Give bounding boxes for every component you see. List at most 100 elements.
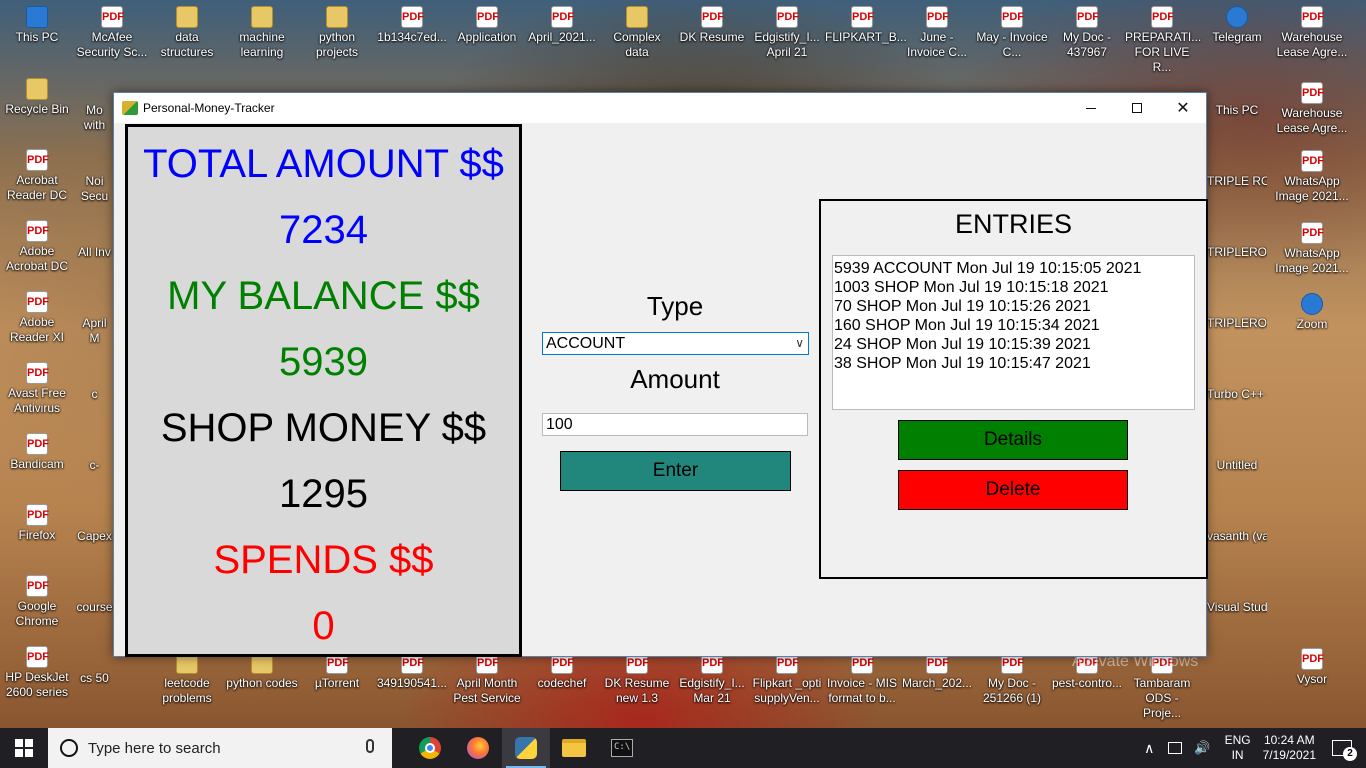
volume-icon[interactable]: 🔊 bbox=[1194, 740, 1210, 756]
desktop-icon[interactable]: PDF March_202... bbox=[900, 652, 974, 691]
list-item[interactable]: 5939 ACCOUNT Mon Jul 19 10:15:05 2021 bbox=[834, 259, 1193, 278]
desktop-icon[interactable]: PDF codechef bbox=[525, 652, 599, 691]
desktop-icon[interactable]: Turbo C++ - Shortcut bbox=[1207, 387, 1267, 402]
desktop-icon[interactable]: PDF DK Resume bbox=[675, 6, 749, 45]
amount-input[interactable]: 100 bbox=[542, 413, 808, 436]
desktop-icon[interactable]: PDF WhatsApp Image 2021... bbox=[1275, 150, 1349, 204]
entries-list[interactable]: 5939 ACCOUNT Mon Jul 19 10:15:05 2021 10… bbox=[832, 255, 1195, 410]
desktop-icon[interactable]: PDF 1b134c7ed... bbox=[375, 6, 449, 45]
desktop-icon[interactable]: April M bbox=[76, 316, 113, 346]
desktop-icon[interactable]: PDF Flipkart _opti supplyVen... bbox=[750, 652, 824, 706]
file-icon bbox=[1301, 293, 1323, 315]
desktop-icon[interactable]: This PC bbox=[0, 6, 74, 45]
desktop-icon[interactable]: data structures bbox=[150, 6, 224, 60]
desktop-icon[interactable]: Capex bbox=[76, 529, 113, 544]
taskbar-command-prompt[interactable]: C:\ bbox=[598, 728, 646, 768]
taskbar-file-explorer[interactable] bbox=[550, 728, 598, 768]
desktop-icon[interactable]: PDF McAfee Security Sc... bbox=[75, 6, 149, 60]
type-select[interactable]: ACCOUNT ∨ bbox=[542, 332, 809, 355]
desktop-icon[interactable]: Complex data bbox=[600, 6, 674, 60]
list-item[interactable]: 38 SHOP Mon Jul 19 10:15:47 2021 bbox=[834, 354, 1193, 373]
desktop-icon[interactable]: c- bbox=[76, 458, 113, 473]
desktop-icon[interactable]: python codes bbox=[225, 652, 299, 691]
desktop-icon-label: pest-contro... bbox=[1051, 676, 1123, 690]
file-icon: PDF bbox=[1301, 648, 1324, 670]
desktop-icon[interactable]: PDF Firefox bbox=[0, 504, 74, 543]
desktop-icon[interactable]: PDF µTorrent bbox=[300, 652, 374, 691]
desktop-icon[interactable]: python projects bbox=[300, 6, 374, 60]
maximize-button[interactable] bbox=[1114, 93, 1160, 123]
list-item[interactable]: 160 SHOP Mon Jul 19 10:15:34 2021 bbox=[834, 316, 1193, 335]
desktop-icon[interactable]: Noi Secu bbox=[76, 174, 113, 204]
taskbar: Type here to search C:\ ∧ 🔊 ENG IN 10:24… bbox=[0, 728, 1366, 768]
enter-button[interactable]: Enter bbox=[560, 451, 791, 491]
python-icon bbox=[515, 737, 537, 759]
desktop-icon[interactable]: TRIPLE ROCK 5 KVA FOR... bbox=[1207, 174, 1267, 189]
network-icon[interactable] bbox=[1168, 742, 1183, 754]
desktop-icon[interactable]: PDF My Doc - 251266 (1) bbox=[975, 652, 1049, 706]
desktop-icon[interactable]: PDF Edgistify_I... Mar 21 bbox=[675, 652, 749, 706]
chevron-down-icon[interactable]: ∨ bbox=[795, 333, 804, 354]
desktop-icon[interactable]: PDF Adobe Reader XI bbox=[0, 291, 74, 345]
desktop-icon[interactable]: PDF May - Invoice C... bbox=[975, 6, 1049, 60]
desktop-icon[interactable]: Zoom bbox=[1275, 293, 1349, 332]
desktop-icon[interactable]: Telegram bbox=[1200, 6, 1274, 45]
taskbar-search-box[interactable]: Type here to search bbox=[48, 728, 392, 768]
desktop-icon[interactable]: PDF DK Resume new 1.3 bbox=[600, 652, 674, 706]
close-button[interactable]: ✕ bbox=[1160, 93, 1206, 123]
desktop-icon[interactable]: TRIPLEROCK SUPPLY bbox=[1207, 316, 1267, 331]
desktop-icon[interactable]: PDF June - Invoice C... bbox=[900, 6, 974, 60]
terminal-icon: C:\ bbox=[611, 739, 633, 757]
desktop-icon[interactable]: PDF Google Chrome bbox=[0, 575, 74, 629]
desktop-icon[interactable]: leetcode problems bbox=[150, 652, 224, 706]
desktop-icon[interactable]: All Inv bbox=[76, 245, 113, 260]
start-button[interactable] bbox=[0, 728, 48, 768]
notification-center-icon[interactable]: 2 bbox=[1332, 740, 1357, 761]
desktop-icon[interactable]: PDF Edgistify_I... April 21 bbox=[750, 6, 824, 60]
desktop-icon[interactable]: PDF Adobe Acrobat DC bbox=[0, 220, 74, 274]
desktop-icon[interactable]: PDF Acrobat Reader DC bbox=[0, 149, 74, 203]
desktop-icon[interactable]: PDF April_2021... bbox=[525, 6, 599, 45]
desktop-icon[interactable]: PDF Application bbox=[450, 6, 524, 45]
taskbar-python[interactable] bbox=[502, 728, 550, 768]
desktop-icon[interactable]: c bbox=[76, 387, 113, 402]
language-indicator[interactable]: ENG IN bbox=[1225, 733, 1251, 763]
desktop-icon[interactable]: This PC bbox=[1207, 103, 1267, 118]
chevron-up-icon[interactable]: ∧ bbox=[1144, 740, 1154, 757]
desktop-icon[interactable]: PDF Vysor bbox=[1275, 648, 1349, 687]
taskbar-chrome[interactable] bbox=[406, 728, 454, 768]
desktop-icon[interactable]: PDF Bandicam bbox=[0, 433, 74, 472]
desktop-icon[interactable]: PDF Avast Free Antivirus bbox=[0, 362, 74, 416]
desktop-icon[interactable]: PDF April Month Pest Service bbox=[450, 652, 524, 706]
desktop-icon[interactable]: machine learning bbox=[225, 6, 299, 60]
taskbar-clock[interactable]: 10:24 AM 7/19/2021 bbox=[1263, 733, 1316, 763]
list-item[interactable]: 1003 SHOP Mon Jul 19 10:15:18 2021 bbox=[834, 278, 1193, 297]
desktop-icon[interactable]: PDF WhatsApp Image 2021... bbox=[1275, 222, 1349, 276]
desktop-icon[interactable]: PDF PREPARATI... FOR LIVE R... bbox=[1125, 6, 1201, 75]
desktop-icon[interactable]: PDF 349190541... bbox=[375, 652, 449, 691]
desktop-icon[interactable]: PDF Warehouse Lease Agre... bbox=[1275, 82, 1349, 136]
desktop-icon[interactable]: PDF Invoice - MIS format to b... bbox=[825, 652, 899, 706]
desktop-icon[interactable]: Untitled bbox=[1207, 458, 1267, 473]
desktop-icon[interactable]: PDF My Doc - 437967 bbox=[1050, 6, 1124, 60]
microphone-icon[interactable] bbox=[366, 739, 374, 753]
taskbar-firefox[interactable] bbox=[454, 728, 502, 768]
desktop-icon[interactable]: Recycle Bin bbox=[0, 78, 74, 117]
list-item[interactable]: 24 SHOP Mon Jul 19 10:15:39 2021 bbox=[834, 335, 1193, 354]
desktop-icon[interactable]: course bbox=[76, 600, 113, 615]
desktop-icon-label: Tambaram ODS - Proje... bbox=[1133, 676, 1191, 720]
delete-button[interactable]: Delete bbox=[898, 470, 1128, 510]
desktop-icon[interactable]: PDF HP DeskJet 2600 series bbox=[0, 646, 74, 700]
desktop-icon[interactable]: vasanth (vasan... bbox=[1207, 529, 1267, 544]
details-button[interactable]: Details bbox=[898, 420, 1128, 460]
desktop-icon[interactable]: cs 50 bbox=[76, 671, 113, 686]
desktop-icon-label: Recycle Bin bbox=[5, 102, 69, 116]
window-titlebar[interactable]: Personal-Money-Tracker ✕ bbox=[114, 93, 1206, 123]
desktop-icon[interactable]: PDF FLIPKART_B... bbox=[825, 6, 907, 45]
list-item[interactable]: 70 SHOP Mon Jul 19 10:15:26 2021 bbox=[834, 297, 1193, 316]
desktop-icon[interactable]: Visual Studio Code bbox=[1207, 600, 1267, 615]
desktop-icon[interactable]: TRIPLEROCK SUPPLY C... bbox=[1207, 245, 1267, 260]
minimize-button[interactable] bbox=[1068, 93, 1114, 123]
desktop-icon[interactable]: Mo with bbox=[76, 103, 113, 133]
desktop-icon[interactable]: PDF Warehouse Lease Agre... bbox=[1275, 6, 1349, 60]
